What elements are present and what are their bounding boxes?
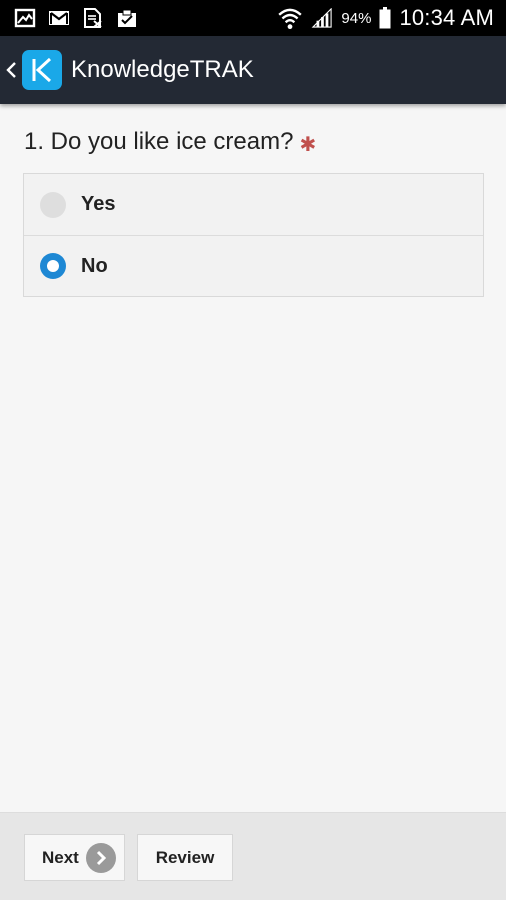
knowledgetrak-logo-icon [32, 57, 52, 83]
option-label: Yes [81, 193, 116, 215]
next-button[interactable]: Next [24, 834, 125, 881]
next-button-label: Next [42, 847, 79, 867]
question-title: 1. Do you like ice cream? ✱ [24, 128, 316, 156]
status-notifications [0, 8, 138, 28]
radio-selected-icon[interactable] [40, 253, 66, 279]
option-yes[interactable]: Yes [24, 174, 483, 235]
clipboard-icon [118, 9, 136, 27]
required-star-icon: ✱ [299, 134, 317, 156]
answer-options: Yes No [23, 173, 484, 297]
option-no[interactable]: No [24, 235, 483, 296]
bottom-bar: Next Review [0, 812, 506, 900]
status-bar: 94% 10:34 AM [0, 0, 506, 36]
app-logo[interactable] [22, 50, 62, 90]
clock: 10:34 AM [399, 5, 494, 30]
gallery-icon [14, 8, 36, 28]
app-bar: KnowledgeTRAK [0, 36, 506, 104]
review-button-label: Review [155, 847, 215, 867]
option-label: No [81, 254, 108, 277]
signal-icon [311, 8, 333, 28]
radio-unselected-icon[interactable] [40, 191, 66, 218]
back-chevron-icon[interactable] [4, 58, 20, 82]
review-button[interactable]: Review [137, 834, 233, 881]
chevron-right-icon [85, 842, 116, 873]
battery-icon [379, 7, 391, 29]
question-text: 1. Do you like ice cream? [24, 128, 294, 155]
app-title: KnowledgeTRAK [71, 56, 254, 83]
status-system: 94% 10:34 AM [277, 5, 506, 31]
wifi-icon [278, 8, 303, 30]
gmail-icon [49, 11, 69, 25]
document-icon [84, 8, 102, 28]
battery-percent: 94% [341, 9, 372, 27]
